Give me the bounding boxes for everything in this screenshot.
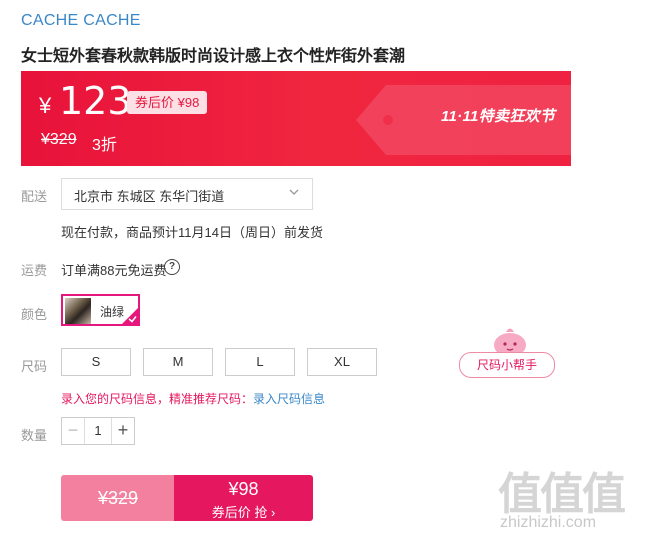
- watermark-logo: 值值值: [498, 469, 626, 520]
- size-helper-label: 尺码小帮手: [459, 352, 555, 378]
- quantity-label: 数量: [21, 428, 48, 443]
- original-price-button[interactable]: ¥329: [61, 475, 175, 521]
- size-option-l[interactable]: L: [225, 348, 295, 376]
- size-info-link[interactable]: 录入尺码信息: [253, 390, 325, 407]
- site-watermark: 值值值 zhizhizhi.com: [498, 458, 638, 538]
- original-price: ¥329: [41, 131, 77, 148]
- shipping-text: 订单满88元免运费: [61, 263, 167, 278]
- color-thumbnail: [65, 298, 91, 324]
- chevron-down-icon: [289, 189, 299, 195]
- coupon-buy-button[interactable]: ¥98 券后价 抢 ›: [174, 475, 313, 521]
- size-helper[interactable]: 尺码小帮手: [459, 325, 555, 379]
- quantity-increase-button[interactable]: +: [111, 418, 134, 444]
- address-dropdown[interactable]: 北京市 东城区 东华门街道: [61, 178, 313, 210]
- current-price: 123: [59, 79, 132, 123]
- quantity-decrease-button[interactable]: −: [62, 418, 85, 444]
- color-label: 颜色: [21, 307, 48, 322]
- festival-label: 11·11特卖狂欢节: [441, 108, 556, 125]
- quantity-stepper: − 1 +: [61, 417, 135, 445]
- size-option-s[interactable]: S: [61, 348, 131, 376]
- size-option-m[interactable]: M: [143, 348, 213, 376]
- coupon-buy-price: ¥98: [228, 479, 259, 499]
- coupon-price-badge: 券后价 ¥98: [127, 91, 208, 114]
- product-title: 女士短外套春秋款韩版时尚设计感上衣个性炸街外套潮: [21, 48, 406, 65]
- size-option-xl[interactable]: XL: [307, 348, 377, 376]
- help-icon[interactable]: ?: [164, 259, 180, 275]
- price-currency: ¥: [39, 93, 52, 118]
- color-option-name: 油绿: [100, 305, 125, 319]
- selected-check-icon: [122, 308, 138, 324]
- size-tip-text: 录入您的尺码信息，精准推荐尺码：: [61, 392, 254, 406]
- watermark-url: zhizhizhi.com: [500, 514, 597, 531]
- price-banner: ¥ 123 券后价 ¥98 ¥329 3折 11·11特卖狂欢节: [21, 71, 571, 166]
- delivery-label: 配送: [21, 189, 48, 204]
- size-label: 尺码: [21, 359, 48, 374]
- color-option-selected[interactable]: 油绿: [61, 294, 140, 326]
- quantity-value[interactable]: 1: [84, 418, 112, 444]
- coupon-buy-label: 券后价 抢 ›: [211, 505, 276, 520]
- delivery-note: 现在付款，商品预计11月14日（周日）前发货: [61, 225, 323, 240]
- discount-label: 3折: [92, 137, 117, 154]
- address-value: 北京市 东城区 东华门街道: [74, 189, 225, 204]
- brand-name[interactable]: CACHE CACHE: [21, 12, 141, 30]
- shipping-label: 运费: [21, 263, 48, 278]
